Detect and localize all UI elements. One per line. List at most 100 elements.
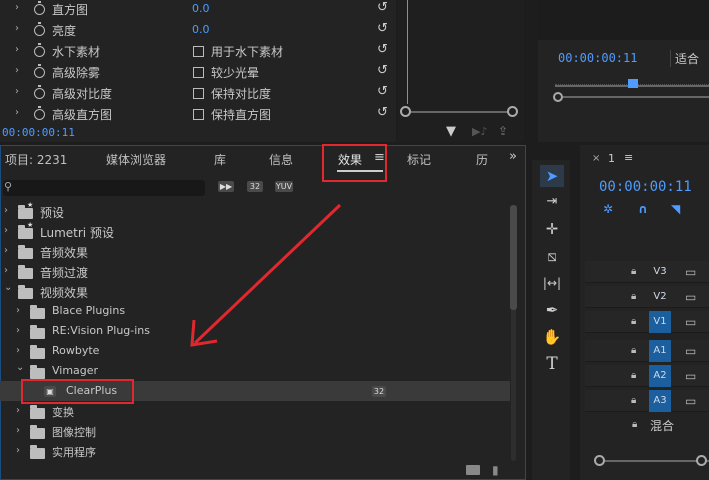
track-target-button[interactable]: V3 xyxy=(649,261,671,283)
program-monitor-scroll-handle[interactable] xyxy=(553,92,563,102)
track-mute-icon[interactable]: ▭ xyxy=(685,369,696,383)
track-lock-icon[interactable]: 🔒︎ xyxy=(631,316,636,327)
track-target-button[interactable]: A1 xyxy=(649,340,671,362)
panel-tab[interactable]: 历 xyxy=(476,151,488,168)
chevron-right-icon[interactable]: › xyxy=(16,406,26,416)
chevron-right-icon[interactable]: › xyxy=(4,226,14,236)
slip-tool-icon[interactable]: |↔| xyxy=(540,272,564,294)
expand-chevron-icon[interactable]: › xyxy=(15,24,25,34)
chevron-down-icon[interactable]: ⌄ xyxy=(4,283,14,293)
reset-parameter-icon[interactable]: ↺ xyxy=(377,0,388,15)
track-header[interactable]: 🔒︎ V1 ▭ xyxy=(585,311,709,333)
razor-tool-icon[interactable]: ⧅ xyxy=(540,245,564,267)
sequence-tab-label[interactable]: 1 xyxy=(608,152,615,165)
effects-search-input[interactable] xyxy=(3,180,205,196)
delete-icon[interactable]: ▮ xyxy=(492,463,499,477)
reset-parameter-icon[interactable]: ↺ xyxy=(377,21,388,36)
reset-parameter-icon[interactable]: ↺ xyxy=(377,105,388,120)
track-output-icon[interactable]: ▭ xyxy=(685,315,696,329)
chevron-right-icon[interactable]: › xyxy=(16,326,26,336)
track-mute-icon[interactable]: ▭ xyxy=(685,394,696,408)
expand-chevron-icon[interactable]: › xyxy=(15,87,25,97)
effect-param-value[interactable]: 0.0 xyxy=(192,23,210,36)
snap-icon[interactable]: ✲ xyxy=(603,202,613,216)
track-target-button[interactable]: V2 xyxy=(649,286,671,308)
yuv-effects-icon[interactable]: YUV xyxy=(275,181,293,192)
expand-chevron-icon[interactable]: › xyxy=(15,108,25,118)
track-target-button[interactable]: V1 xyxy=(649,311,671,333)
track-output-icon[interactable]: ▭ xyxy=(685,265,696,279)
fit-dropdown[interactable]: 适合 xyxy=(670,50,699,67)
reset-parameter-icon[interactable]: ↺ xyxy=(377,84,388,99)
stopwatch-icon[interactable] xyxy=(34,106,45,120)
stopwatch-icon[interactable] xyxy=(34,1,45,15)
program-monitor-scroll-track[interactable] xyxy=(563,96,709,98)
effect-controls-timecode[interactable]: 00:00:00:11 xyxy=(2,126,75,139)
timeline-timecode[interactable]: 00:00:00:11 xyxy=(599,179,692,195)
sequence-menu-icon[interactable]: ≡ xyxy=(624,151,633,164)
program-monitor-playhead[interactable] xyxy=(628,79,638,88)
track-header[interactable]: 🔒︎ V2 ▭ xyxy=(585,286,709,308)
effect-param-checkbox[interactable] xyxy=(193,109,204,120)
chevron-right-icon[interactable]: › xyxy=(16,446,26,456)
effects-tree-item[interactable]: › 变换 xyxy=(0,401,510,421)
track-header[interactable]: 🔒︎ A2 ▭ xyxy=(585,365,709,387)
effect-param-value[interactable]: 0.0 xyxy=(192,2,210,15)
expand-chevron-icon[interactable]: › xyxy=(15,66,25,76)
effect-controls-scroll[interactable] xyxy=(402,111,514,113)
track-header[interactable]: 🔒︎ V3 ▭ xyxy=(585,261,709,283)
effect-param-checkbox[interactable] xyxy=(193,67,204,78)
effects-tree-item[interactable]: ⌄ Vimager xyxy=(0,361,510,381)
reset-parameter-icon[interactable]: ↺ xyxy=(377,63,388,78)
ripple-edit-tool-icon[interactable]: ✛ xyxy=(540,218,564,240)
track-mute-icon[interactable]: ▭ xyxy=(685,344,696,358)
track-output-icon[interactable]: ▭ xyxy=(685,290,696,304)
chevron-right-icon[interactable]: › xyxy=(16,426,26,436)
stopwatch-icon[interactable] xyxy=(34,22,45,36)
type-tool-icon[interactable]: T xyxy=(540,353,564,375)
expand-chevron-icon[interactable]: › xyxy=(15,45,25,55)
track-lock-icon[interactable]: 🔒︎ xyxy=(631,395,636,406)
track-lock-icon[interactable]: 🔒︎ xyxy=(631,266,636,277)
track-select-tool-icon[interactable]: ⇥ xyxy=(540,191,564,213)
stopwatch-icon[interactable] xyxy=(34,64,45,78)
close-sequence-icon[interactable]: × xyxy=(592,153,600,164)
accelerated-effects-icon[interactable]: ▶▶ xyxy=(218,181,234,192)
track-header[interactable]: 🔒︎ A1 ▭ xyxy=(585,340,709,362)
more-tabs-icon[interactable]: » xyxy=(509,149,517,164)
scroll-handle-left[interactable] xyxy=(400,106,411,117)
effects-tree-item[interactable]: › 实用程序 xyxy=(0,441,510,461)
pen-tool-icon[interactable]: ✒ xyxy=(540,299,564,321)
track-lock-icon[interactable]: 🔒︎ xyxy=(631,345,636,356)
selection-tool-icon[interactable]: ➤ xyxy=(540,165,564,187)
filter-icon[interactable]: ▼ xyxy=(446,124,456,139)
stopwatch-icon[interactable] xyxy=(34,85,45,99)
effect-param-checkbox[interactable] xyxy=(193,88,204,99)
new-bin-icon[interactable] xyxy=(466,465,480,475)
track-target-button[interactable]: A3 xyxy=(649,390,671,412)
chevron-right-icon[interactable]: › xyxy=(16,306,26,316)
chevron-right-icon[interactable]: › xyxy=(4,266,14,276)
panel-tab[interactable]: 标记 xyxy=(407,151,431,168)
scroll-handle-right[interactable] xyxy=(507,106,518,117)
chevron-right-icon[interactable]: › xyxy=(4,206,14,216)
linked-selection-icon[interactable]: ∩ xyxy=(638,202,648,216)
panel-tab[interactable]: 库 xyxy=(214,151,226,168)
play-only-audio-icon[interactable]: ▶♪ xyxy=(472,125,487,138)
effect-controls-playhead[interactable] xyxy=(407,0,408,104)
panel-tab[interactable]: 信息 xyxy=(269,151,293,168)
timeline-scroll-track[interactable] xyxy=(597,460,709,462)
stopwatch-icon[interactable] xyxy=(34,43,45,57)
track-lock-icon[interactable]: 🔒︎ xyxy=(631,291,636,302)
timeline-scroll-handle-right[interactable] xyxy=(696,455,707,466)
chevron-down-icon[interactable]: ⌄ xyxy=(16,363,26,373)
mix-lock-icon[interactable]: 🔒︎ xyxy=(632,419,637,430)
panel-tab[interactable]: 媒体浏览器 xyxy=(106,151,166,168)
add-marker-icon[interactable]: ◥ xyxy=(671,202,680,216)
32bit-effects-icon[interactable]: 32 xyxy=(247,181,263,192)
program-monitor-timecode[interactable]: 00:00:00:11 xyxy=(558,51,637,65)
effects-tree-item[interactable]: › 图像控制 xyxy=(0,421,510,441)
timeline-scroll-handle[interactable] xyxy=(594,455,605,466)
track-lock-icon[interactable]: 🔒︎ xyxy=(631,370,636,381)
chevron-right-icon[interactable]: › xyxy=(16,346,26,356)
